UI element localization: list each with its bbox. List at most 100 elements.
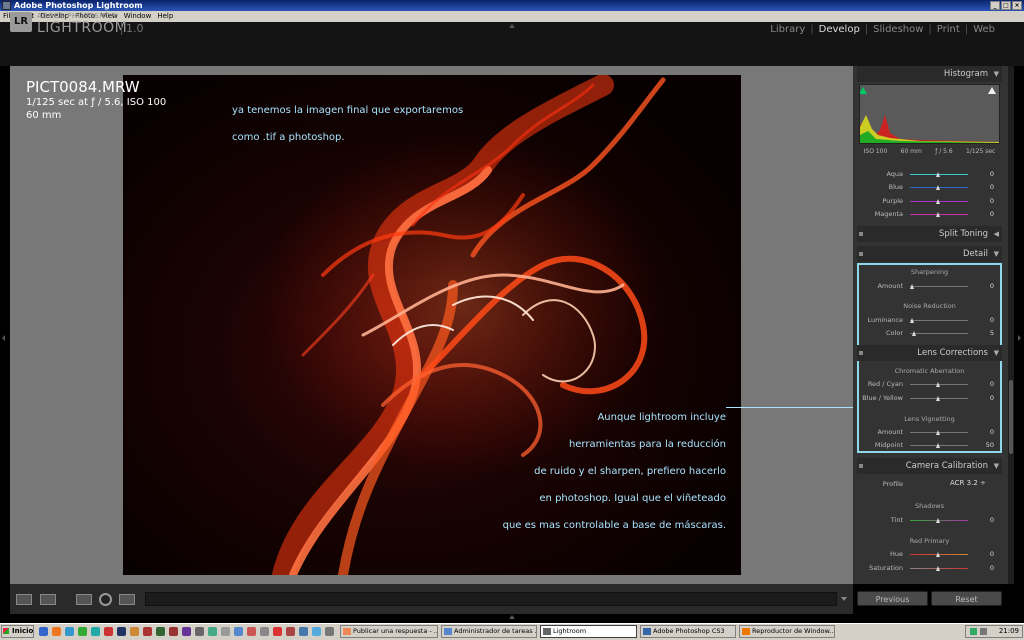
toolbar-content-field[interactable] — [145, 592, 837, 606]
slider-label: Hue — [889, 550, 903, 558]
top-panel-toggle-icon[interactable] — [509, 24, 515, 28]
spot-removal-icon[interactable] — [119, 594, 135, 605]
slider-value: 0 — [989, 428, 994, 436]
split-toning-header[interactable]: Split Toning ◀ — [857, 226, 1002, 242]
histogram-chart[interactable] — [859, 84, 1000, 144]
quicklaunch-dreamweaver-icon[interactable] — [156, 627, 165, 636]
previous-button[interactable]: Previous — [857, 591, 928, 606]
lens-vignetting-label: Lens Vignetting — [904, 415, 955, 423]
bottom-panel-toggle-icon[interactable] — [509, 615, 515, 619]
collapse-triangle-icon: ▼ — [993, 250, 999, 258]
module-print[interactable]: Print — [932, 24, 965, 35]
camera-calibration-header[interactable]: Camera Calibration ▼ — [857, 458, 1002, 474]
quicklaunch-firefox-icon[interactable] — [52, 627, 61, 636]
expand-triangle-icon: ◀ — [993, 230, 999, 238]
quicklaunch-photoshop-icon[interactable] — [117, 627, 126, 636]
slider-thumb[interactable] — [936, 172, 940, 177]
network-icon[interactable] — [970, 628, 977, 635]
photo-filename: PICT0084.MRW — [26, 78, 140, 96]
quicklaunch-lightroom-icon[interactable] — [195, 627, 204, 636]
slider-label: Amount — [877, 282, 903, 290]
maximize-button[interactable]: □ — [1001, 1, 1011, 10]
quicklaunch-flash-icon[interactable] — [169, 627, 178, 636]
menu-window[interactable]: Window — [124, 11, 152, 22]
right-panel-scrollbar[interactable] — [1008, 66, 1014, 584]
slider-label: Magenta — [874, 210, 903, 218]
red-eye-tool-icon[interactable] — [99, 593, 112, 606]
slider-track[interactable] — [910, 333, 968, 334]
module-library[interactable]: Library — [765, 24, 810, 35]
lens-corrections-header[interactable]: Lens Corrections ▼ — [857, 345, 1002, 361]
slider-track[interactable] — [910, 286, 968, 287]
slider-thumb[interactable] — [936, 212, 940, 217]
volume-icon[interactable] — [980, 628, 987, 635]
quicklaunch-app-icon[interactable] — [91, 627, 100, 636]
module-develop[interactable]: Develop — [814, 24, 865, 35]
slider-label: Amount — [877, 428, 903, 436]
red-primary-label: Red Primary — [909, 537, 950, 545]
lr-logo-badge: LR — [10, 12, 32, 32]
slider-thumb[interactable] — [910, 318, 914, 323]
slider-thumb[interactable] — [936, 199, 940, 204]
right-panel-toggle-icon[interactable] — [1018, 335, 1021, 341]
slider-thumb[interactable] — [936, 518, 940, 523]
quicklaunch-app-icon[interactable] — [221, 627, 230, 636]
task-lightroom[interactable]: Lightroom — [540, 625, 637, 638]
slider-label: Luminance — [867, 316, 903, 324]
task-media-player[interactable]: Reproductor de Window... — [739, 625, 835, 638]
slider-label: Color — [886, 329, 903, 337]
quicklaunch-app-icon[interactable] — [312, 627, 321, 636]
quicklaunch-app-icon[interactable] — [325, 627, 334, 636]
quicklaunch-app-icon[interactable] — [273, 627, 282, 636]
slider-thumb[interactable] — [936, 430, 940, 435]
quicklaunch-browser-icon[interactable] — [65, 627, 74, 636]
loupe-view-icon[interactable] — [16, 594, 32, 605]
detail-header[interactable]: Detail ▼ — [857, 246, 1002, 262]
panel-switch-icon[interactable] — [859, 464, 863, 468]
quicklaunch-app-icon[interactable] — [104, 627, 113, 636]
slider-thumb[interactable] — [936, 443, 940, 448]
scrollbar-thumb[interactable] — [1009, 380, 1013, 454]
quicklaunch-app-icon[interactable] — [143, 627, 152, 636]
quicklaunch-app-icon[interactable] — [234, 627, 243, 636]
quicklaunch-app-icon[interactable] — [182, 627, 191, 636]
chromatic-aberration-label: Chromatic Aberration — [894, 367, 965, 375]
panel-switch-icon[interactable] — [859, 252, 863, 256]
minimize-button[interactable]: _ — [990, 1, 1000, 10]
slider-thumb[interactable] — [936, 382, 940, 387]
before-after-icon[interactable] — [40, 594, 56, 605]
slider-thumb[interactable] — [936, 566, 940, 571]
quicklaunch-app-icon[interactable] — [260, 627, 269, 636]
module-slideshow[interactable]: Slideshow — [868, 24, 928, 35]
crop-tool-icon[interactable] — [76, 594, 92, 605]
window-title: Adobe Photoshop Lightroom — [14, 1, 143, 10]
annotation-bottom: Aunque lightroom incluye herramientas pa… — [503, 404, 726, 539]
slider-thumb[interactable] — [936, 396, 940, 401]
left-panel-toggle-icon[interactable] — [2, 335, 5, 341]
panel-switch-icon[interactable] — [859, 232, 863, 236]
close-button[interactable]: × — [1012, 1, 1022, 10]
quicklaunch-app-icon[interactable] — [299, 627, 308, 636]
panel-switch-icon[interactable] — [859, 351, 863, 355]
slider-thumb[interactable] — [910, 284, 914, 289]
annotation-top: ya tenemos la imagen final que exportare… — [232, 97, 463, 151]
profile-value[interactable]: ACR 3.2 ÷ — [950, 479, 986, 487]
slider-thumb[interactable] — [936, 552, 940, 557]
reset-button[interactable]: Reset — [931, 591, 1002, 606]
quicklaunch-app-icon[interactable] — [208, 627, 217, 636]
toolbar-menu-arrow-icon[interactable] — [841, 597, 847, 601]
quicklaunch-app-icon[interactable] — [130, 627, 139, 636]
task-task-manager[interactable]: Administrador de tareas ... — [441, 625, 537, 638]
quicklaunch-app-icon[interactable] — [247, 627, 256, 636]
slider-thumb[interactable] — [912, 331, 916, 336]
quicklaunch-app-icon[interactable] — [286, 627, 295, 636]
slider-track[interactable] — [910, 320, 968, 321]
module-web[interactable]: Web — [968, 24, 1000, 35]
quicklaunch-ie-icon[interactable] — [39, 627, 48, 636]
menu-help[interactable]: Help — [157, 11, 173, 22]
quicklaunch-app-icon[interactable] — [78, 627, 87, 636]
task-forum-post[interactable]: Publicar una respuesta - ... — [340, 625, 438, 638]
histogram-header[interactable]: Histogram ▼ — [857, 66, 1002, 82]
task-photoshop[interactable]: Adobe Photoshop CS3 — [640, 625, 736, 638]
slider-thumb[interactable] — [936, 185, 940, 190]
